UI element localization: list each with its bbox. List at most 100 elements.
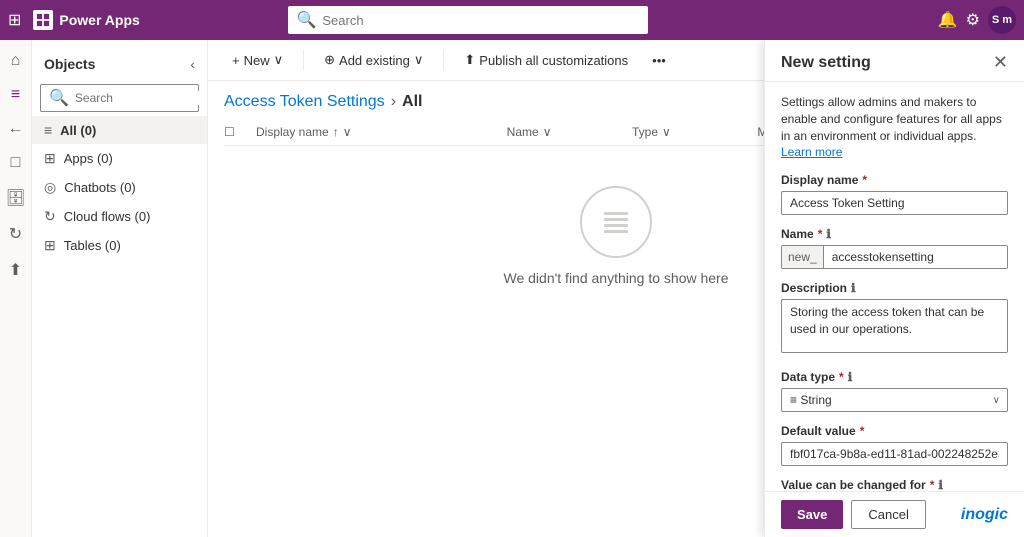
filter-icon: ∨: [343, 125, 352, 139]
add-existing-button[interactable]: ⊕ Add existing ∨: [316, 48, 431, 72]
grid-icon[interactable]: ⊞: [8, 10, 21, 30]
sidebar-search[interactable]: 🔍: [40, 84, 199, 112]
publish-label: Publish all customizations: [479, 53, 628, 68]
sidebar-search-input[interactable]: [75, 91, 208, 105]
sidebar-collapse-icon[interactable]: ‹: [190, 56, 195, 72]
publish-icon: ⬆: [464, 52, 475, 68]
description-label: Description ℹ: [781, 281, 1008, 295]
sidebar-item-all[interactable]: ≡ All (0): [32, 116, 207, 144]
value-changed-info-icon[interactable]: ℹ: [938, 478, 943, 491]
objects-icon[interactable]: ≡: [7, 82, 24, 108]
panel-title: New setting: [781, 54, 871, 72]
more-button[interactable]: •••: [644, 49, 674, 72]
inogic-logo: inogic: [961, 506, 1008, 524]
default-value-group: Default value *: [781, 424, 1008, 466]
content-area: + New ∨ ⊕ Add existing ∨ ⬆ Publish all c…: [208, 40, 1024, 537]
apps-sidebar-icon: ⊞: [44, 150, 56, 167]
sidebar-header: Objects ‹: [32, 48, 207, 80]
sidebar-item-tables[interactable]: ⊞ Tables (0): [32, 231, 207, 260]
data-type-label: Data type * ℹ: [781, 370, 1008, 384]
toolbar-divider-1: [303, 50, 304, 70]
avatar[interactable]: S m: [988, 6, 1016, 34]
data-type-info-icon[interactable]: ℹ: [848, 370, 853, 384]
search-bar[interactable]: 🔍: [288, 6, 648, 34]
sidebar-item-apps[interactable]: ⊞ Apps (0): [32, 144, 207, 173]
default-value-required: *: [860, 424, 865, 438]
sidebar: Objects ‹ 🔍 ≡ All (0) ⊞ Apps (0) ◎ Chatb…: [32, 40, 208, 537]
breadcrumb-parent[interactable]: Access Token Settings: [224, 93, 385, 111]
save-button[interactable]: Save: [781, 500, 843, 529]
empty-icon: [580, 186, 652, 258]
sidebar-item-tables-label: Tables (0): [64, 238, 121, 253]
display-name-input[interactable]: [781, 191, 1008, 215]
sidebar-item-chatbots-label: Chatbots (0): [64, 180, 136, 195]
brand-icon: [33, 10, 53, 30]
sidebar-item-all-label: All (0): [60, 123, 96, 138]
plus-icon: +: [232, 53, 240, 68]
display-name-group: Display name *: [781, 173, 1008, 215]
search-icon: 🔍: [296, 10, 316, 30]
panel-close-button[interactable]: ✕: [993, 52, 1008, 73]
footer-buttons: Save Cancel: [781, 500, 926, 529]
more-icon: •••: [652, 53, 666, 68]
th-type[interactable]: Type ∨: [632, 125, 757, 139]
flows-icon[interactable]: ↻: [5, 220, 26, 248]
data-type-required: *: [839, 370, 844, 384]
add-existing-icon: ⊕: [324, 52, 335, 68]
data-type-group: Data type * ℹ ≡ String Number Boolean ∨: [781, 370, 1008, 412]
value-changed-required: *: [930, 478, 935, 491]
panel-description: Settings allow admins and makers to enab…: [781, 94, 1008, 161]
sidebar-item-apps-label: Apps (0): [64, 151, 113, 166]
display-name-label: Display name *: [781, 173, 1008, 187]
nav-right: 🔔 ⚙ S m: [938, 6, 1016, 34]
description-textarea[interactable]: Storing the access token that can be use…: [781, 299, 1008, 353]
sort-icon: ↑: [333, 125, 339, 139]
name-info-icon[interactable]: ℹ: [826, 227, 831, 241]
new-setting-panel: New setting ✕ Settings allow admins and …: [764, 40, 1024, 537]
name-field-wrapper: new_: [781, 245, 1008, 269]
bell-icon[interactable]: 🔔: [938, 10, 958, 30]
home-icon[interactable]: ⌂: [7, 48, 25, 74]
sidebar-item-chatbots[interactable]: ◎ Chatbots (0): [32, 173, 207, 202]
th-display-name[interactable]: Display name ↑ ∨: [256, 125, 507, 139]
th-checkbox: ☐: [224, 125, 256, 139]
description-info-icon[interactable]: ℹ: [851, 281, 856, 295]
top-navigation: ⊞ Power Apps 🔍 🔔 ⚙ S m: [0, 0, 1024, 40]
brand: Power Apps: [33, 10, 139, 30]
data-type-select-wrapper: ≡ String Number Boolean ∨: [781, 388, 1008, 412]
th-name[interactable]: Name ∨: [507, 125, 632, 139]
new-chevron-icon: ∨: [274, 52, 284, 68]
type-sort-icon: ∨: [662, 125, 671, 139]
apps-icon[interactable]: □: [7, 150, 25, 176]
cancel-button[interactable]: Cancel: [851, 500, 925, 529]
back-icon[interactable]: ←: [4, 116, 28, 142]
chatbots-icon: ◎: [44, 179, 56, 196]
new-button[interactable]: + New ∨: [224, 48, 291, 72]
empty-text: We didn't find anything to show here: [504, 270, 729, 286]
name-input[interactable]: [824, 246, 1007, 268]
all-icon: ≡: [44, 122, 52, 138]
panel-body: Settings allow admins and makers to enab…: [765, 82, 1024, 491]
toolbar-divider-2: [443, 50, 444, 70]
value-changed-group: Value can be changed for * ℹ Environment…: [781, 478, 1008, 491]
sidebar-title: Objects: [44, 56, 95, 72]
default-value-input[interactable]: [781, 442, 1008, 466]
name-label: Name * ℹ: [781, 227, 1008, 241]
settings-icon[interactable]: ⚙: [966, 10, 980, 30]
name-prefix-text: new_: [782, 246, 824, 268]
search-input[interactable]: [322, 13, 640, 28]
data-type-select[interactable]: ≡ String Number Boolean: [781, 388, 1008, 412]
name-sort-icon: ∨: [543, 125, 552, 139]
learn-more-link[interactable]: Learn more: [781, 145, 842, 159]
panel-footer: Save Cancel inogic: [765, 491, 1024, 537]
value-changed-label: Value can be changed for * ℹ: [781, 478, 1008, 491]
display-name-required: *: [862, 173, 867, 187]
default-value-label: Default value *: [781, 424, 1008, 438]
sidebar-item-cloud-flows-label: Cloud flows (0): [64, 209, 151, 224]
data-icon[interactable]: 🗄: [1, 184, 29, 212]
publish-icon[interactable]: ⬆: [5, 256, 26, 284]
sidebar-item-cloud-flows[interactable]: ↻ Cloud flows (0): [32, 202, 207, 231]
main-layout: ⌂ ≡ ← □ 🗄 ↻ ⬆ Objects ‹ 🔍 ≡ All (0) ⊞ Ap…: [0, 40, 1024, 537]
publish-button[interactable]: ⬆ Publish all customizations: [456, 48, 636, 72]
add-existing-chevron-icon: ∨: [414, 52, 424, 68]
